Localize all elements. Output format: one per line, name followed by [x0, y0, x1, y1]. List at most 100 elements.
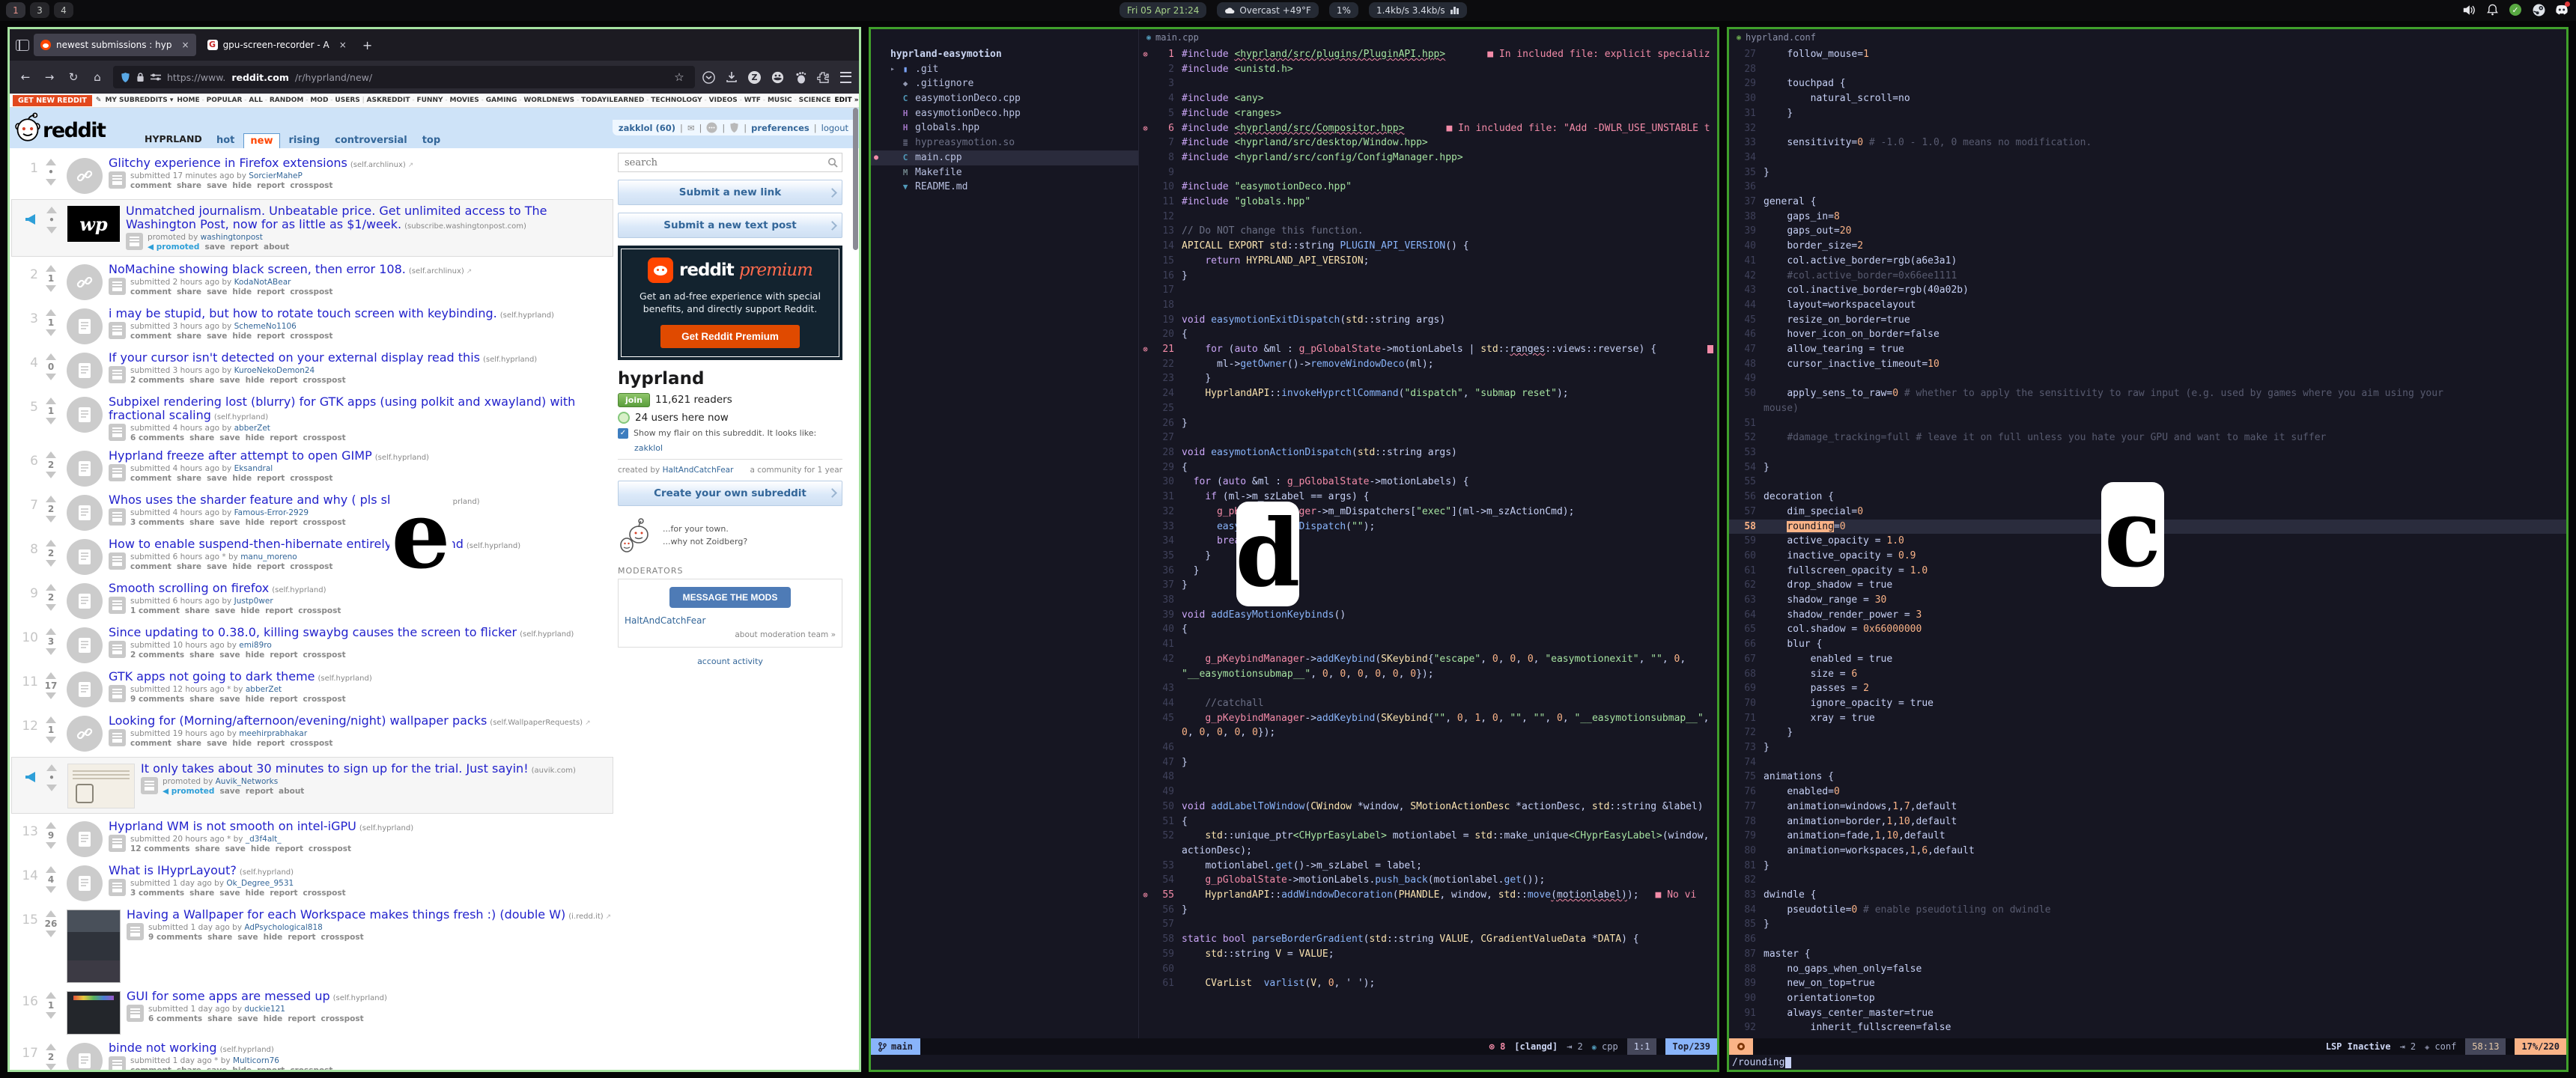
expando-button[interactable]: [127, 922, 144, 940]
tree-item-easymotionDeco.hpp[interactable]: HeasymotionDeco.hpp: [871, 106, 1138, 121]
url-bar[interactable]: https://www. reddit.com/r/hyprland/new/ ☆: [113, 66, 695, 88]
post-action-hide[interactable]: hide: [264, 933, 283, 942]
post-action-9-comments[interactable]: 9 comments: [130, 695, 184, 704]
submit-link-button[interactable]: Submit a new link: [618, 180, 842, 205]
post-title[interactable]: GTK apps not going to dark theme: [109, 669, 315, 683]
zotero-icon[interactable]: Z: [748, 70, 761, 84]
post-action-hide[interactable]: hide: [232, 1066, 252, 1070]
post-action-6-comments[interactable]: 6 comments: [130, 433, 184, 442]
post-action-about[interactable]: about: [264, 243, 289, 252]
forward-icon[interactable]: →: [41, 70, 58, 84]
downvote-arrow[interactable]: [46, 692, 56, 699]
post-thumbnail[interactable]: [67, 763, 135, 808]
upvote-arrow[interactable]: [46, 159, 56, 165]
expando-button[interactable]: [127, 1004, 144, 1022]
post-action-save[interactable]: save: [219, 518, 240, 527]
post-author[interactable]: SchemeNo1106: [234, 322, 297, 331]
tree-item-main.cpp[interactable]: ● Cmain.cpp: [871, 150, 1138, 165]
post-author[interactable]: KuroeNekoDemon24: [234, 366, 315, 375]
post-thumbnail[interactable]: [67, 1042, 103, 1070]
post-domain[interactable]: (self.hyprland): [318, 674, 372, 683]
upvote-arrow[interactable]: [46, 353, 56, 360]
shield-icon[interactable]: [121, 72, 130, 83]
tree-item-easymotionDeco.cpp[interactable]: CeasymotionDeco.cpp: [871, 91, 1138, 106]
post-action-crosspost[interactable]: crosspost: [290, 739, 332, 748]
post-action-3-comments[interactable]: 3 comments: [130, 889, 184, 898]
upvote-arrow[interactable]: [46, 910, 56, 917]
post-action-crosspost[interactable]: crosspost: [303, 518, 346, 527]
post-domain[interactable]: (self.hyprland): [500, 311, 554, 320]
tree-item-Makefile[interactable]: M Makefile: [871, 165, 1138, 180]
nav-link-todayilearned[interactable]: TODAYILEARNED: [581, 97, 644, 104]
downvote-arrow[interactable]: [46, 841, 56, 849]
post-action-hide[interactable]: hide: [232, 562, 252, 571]
downvote-arrow[interactable]: [46, 930, 56, 937]
home-icon[interactable]: ⌂: [89, 70, 106, 84]
post-action-share[interactable]: share: [177, 181, 201, 190]
downvote-arrow[interactable]: [46, 227, 57, 234]
post-action-2-comments[interactable]: 2 comments: [130, 376, 184, 385]
expando-button[interactable]: [109, 1056, 126, 1070]
expando-button[interactable]: [109, 508, 126, 526]
post-action-hide[interactable]: hide: [246, 695, 265, 704]
post-action-comment[interactable]: comment: [130, 562, 171, 571]
post-action-6-comments[interactable]: 6 comments: [148, 1014, 202, 1023]
upvote-arrow[interactable]: [46, 1043, 56, 1050]
downvote-arrow[interactable]: [46, 886, 56, 893]
post-action-comment[interactable]: comment: [130, 287, 171, 296]
post-action-report[interactable]: report: [257, 1066, 285, 1070]
expando-button[interactable]: [109, 171, 126, 189]
post-action-report[interactable]: report: [231, 243, 258, 252]
permissions-icon[interactable]: [151, 73, 161, 81]
tree-item-.gitignore[interactable]: ◆ .gitignore: [871, 76, 1138, 91]
post-action-comment[interactable]: comment: [130, 1066, 171, 1070]
post-domain[interactable]: (self.archlinux): [350, 161, 406, 169]
tab-newest-submissions[interactable]: newest submissions : hyp ×: [34, 34, 196, 56]
post-action-save[interactable]: save: [207, 474, 227, 483]
tree-item-hypreasymotion.so[interactable]: ≣ hypreasymotion.so: [871, 135, 1138, 150]
post-action-hide[interactable]: hide: [232, 181, 252, 190]
post-domain[interactable]: (self.hyprland): [375, 454, 429, 462]
post-author[interactable]: Multicorn76: [233, 1056, 279, 1065]
downvote-arrow[interactable]: [46, 284, 56, 292]
post-title[interactable]: GUI for some apps are messed up: [127, 989, 330, 1003]
post-action-save[interactable]: save: [237, 933, 258, 942]
post-action-share[interactable]: share: [189, 651, 214, 660]
upvote-arrow[interactable]: [46, 264, 56, 272]
search-input[interactable]: [618, 153, 842, 172]
nav-link-users[interactable]: USERS: [335, 97, 359, 104]
post-title[interactable]: Hyprland WM is not smooth on intel-iGPU: [109, 819, 356, 833]
post-thumbnail[interactable]: [67, 909, 121, 983]
downvote-arrow[interactable]: [46, 417, 56, 424]
post-action-save[interactable]: save: [225, 844, 246, 853]
nav-link-all[interactable]: ALL: [249, 97, 262, 104]
expando-button[interactable]: [109, 277, 126, 295]
post-action-save[interactable]: save: [207, 562, 227, 571]
post-action-save[interactable]: save: [207, 181, 227, 190]
post-thumbnail[interactable]: [67, 990, 121, 1035]
expando-button[interactable]: [109, 423, 126, 441]
post-action-report[interactable]: report: [288, 933, 315, 942]
logout-link[interactable]: logout: [821, 123, 848, 133]
post-action-report[interactable]: report: [270, 518, 297, 527]
download-icon[interactable]: [726, 71, 738, 83]
post-author[interactable]: Justp0wer: [234, 597, 273, 606]
listing-tab-hot[interactable]: hot: [210, 133, 240, 148]
menu-icon[interactable]: [840, 71, 851, 83]
post-action-report[interactable]: report: [270, 651, 297, 660]
post-action-report[interactable]: report: [257, 332, 285, 341]
upvote-arrow[interactable]: [46, 821, 56, 829]
post-action-save[interactable]: save: [219, 787, 240, 796]
post-author[interactable]: Famous-Error-2929: [234, 508, 309, 517]
post-author[interactable]: _d3f4alt_: [246, 835, 282, 844]
post-action-about[interactable]: about: [279, 787, 304, 796]
post-action-crosspost[interactable]: crosspost: [309, 844, 351, 853]
post-thumbnail[interactable]: [67, 820, 103, 857]
post-title[interactable]: binde not working: [109, 1041, 217, 1055]
post-action-12-comments[interactable]: 12 comments: [130, 844, 189, 853]
post-action-share[interactable]: share: [177, 332, 201, 341]
post-author[interactable]: manu_moreno: [240, 552, 297, 561]
subreddit-name[interactable]: HYPRLAND: [145, 133, 202, 144]
post-title[interactable]: Subpixel rendering lost (blurry) for GTK…: [109, 395, 575, 422]
post-action-crosspost[interactable]: crosspost: [321, 933, 364, 942]
